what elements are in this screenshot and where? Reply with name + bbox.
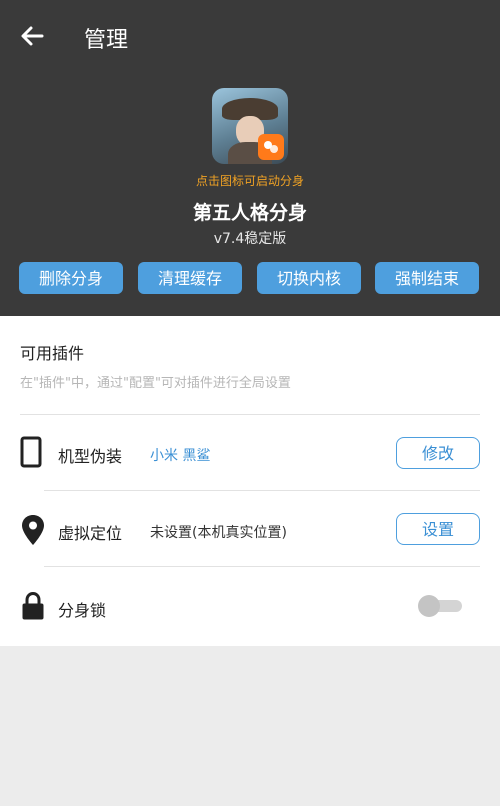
virtual-location-label: 虚拟定位: [58, 524, 123, 543]
device-model-value: 小米 黑鲨: [150, 448, 211, 464]
delete-clone-button[interactable]: 删除分身: [19, 262, 123, 294]
clone-lock-toggle[interactable]: [418, 595, 464, 617]
plugins-title: 可用插件: [20, 344, 85, 363]
location-value: 未设置(本机真实位置): [150, 525, 287, 541]
clone-lock-label: 分身锁: [58, 601, 107, 620]
divider: [44, 490, 480, 491]
launch-hint: 点击图标可启动分身: [195, 174, 304, 188]
clear-cache-button[interactable]: 清理缓存: [138, 262, 242, 294]
device-disguise-label: 机型伪装: [58, 447, 123, 466]
divider: [20, 414, 480, 415]
app-name: 第五人格分身: [192, 202, 307, 224]
switch-kernel-button[interactable]: 切换内核: [257, 262, 361, 294]
arrow-left-icon: [21, 26, 44, 46]
set-location-button[interactable]: 设置: [396, 513, 480, 545]
modify-device-button[interactable]: 修改: [396, 437, 480, 469]
app-icon[interactable]: [212, 88, 288, 164]
settings-card: 可用插件 在"插件"中，通过"配置"可对插件进行全局设置 机型伪装 小米 黑鲨 …: [0, 316, 500, 646]
page-title: 管理: [84, 28, 129, 53]
lock-icon: [22, 591, 44, 620]
location-pin-icon: [22, 515, 44, 545]
app-version: v7.4稳定版: [213, 231, 287, 247]
phone-icon: [20, 436, 42, 468]
back-button[interactable]: [16, 20, 48, 52]
header-panel: 管理 点击图标可启动分身 第五人格分身 v7.4稳定版 删除分身 清理缓存 切换…: [0, 0, 500, 316]
plugins-description: 在"插件"中，通过"配置"可对插件进行全局设置: [20, 376, 291, 391]
divider: [44, 566, 480, 567]
force-stop-button[interactable]: 强制结束: [375, 262, 479, 294]
clone-badge-icon: [258, 134, 284, 160]
